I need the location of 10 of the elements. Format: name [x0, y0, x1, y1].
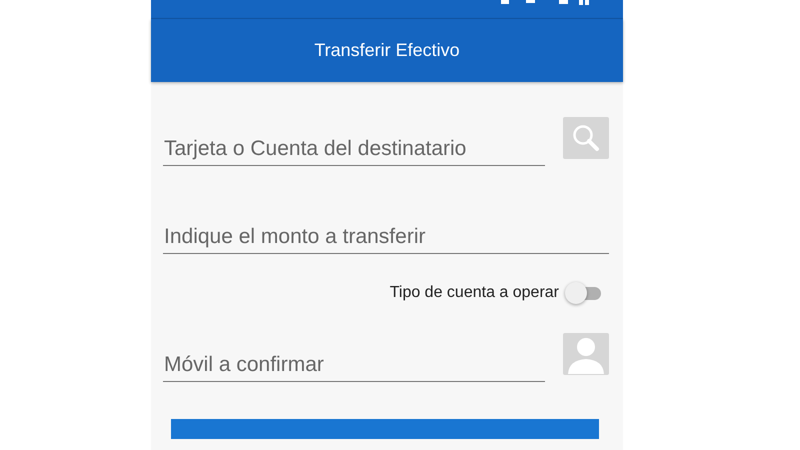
- submit-button[interactable]: [171, 419, 599, 439]
- screen-title: Transferir Efectivo: [314, 40, 460, 61]
- contact-button[interactable]: [563, 333, 609, 375]
- input-field[interactable]: Móvil a confirmar: [163, 333, 545, 382]
- toggle-switch[interactable]: [565, 282, 601, 304]
- input-field[interactable]: Indique el monto a transferir: [163, 205, 609, 254]
- switch-label: Tipo de cuenta a operar: [390, 284, 559, 302]
- input-field[interactable]: Tarjeta o Cuenta del destinatario: [163, 117, 545, 166]
- search-button[interactable]: [563, 117, 609, 159]
- search-icon: [571, 123, 601, 153]
